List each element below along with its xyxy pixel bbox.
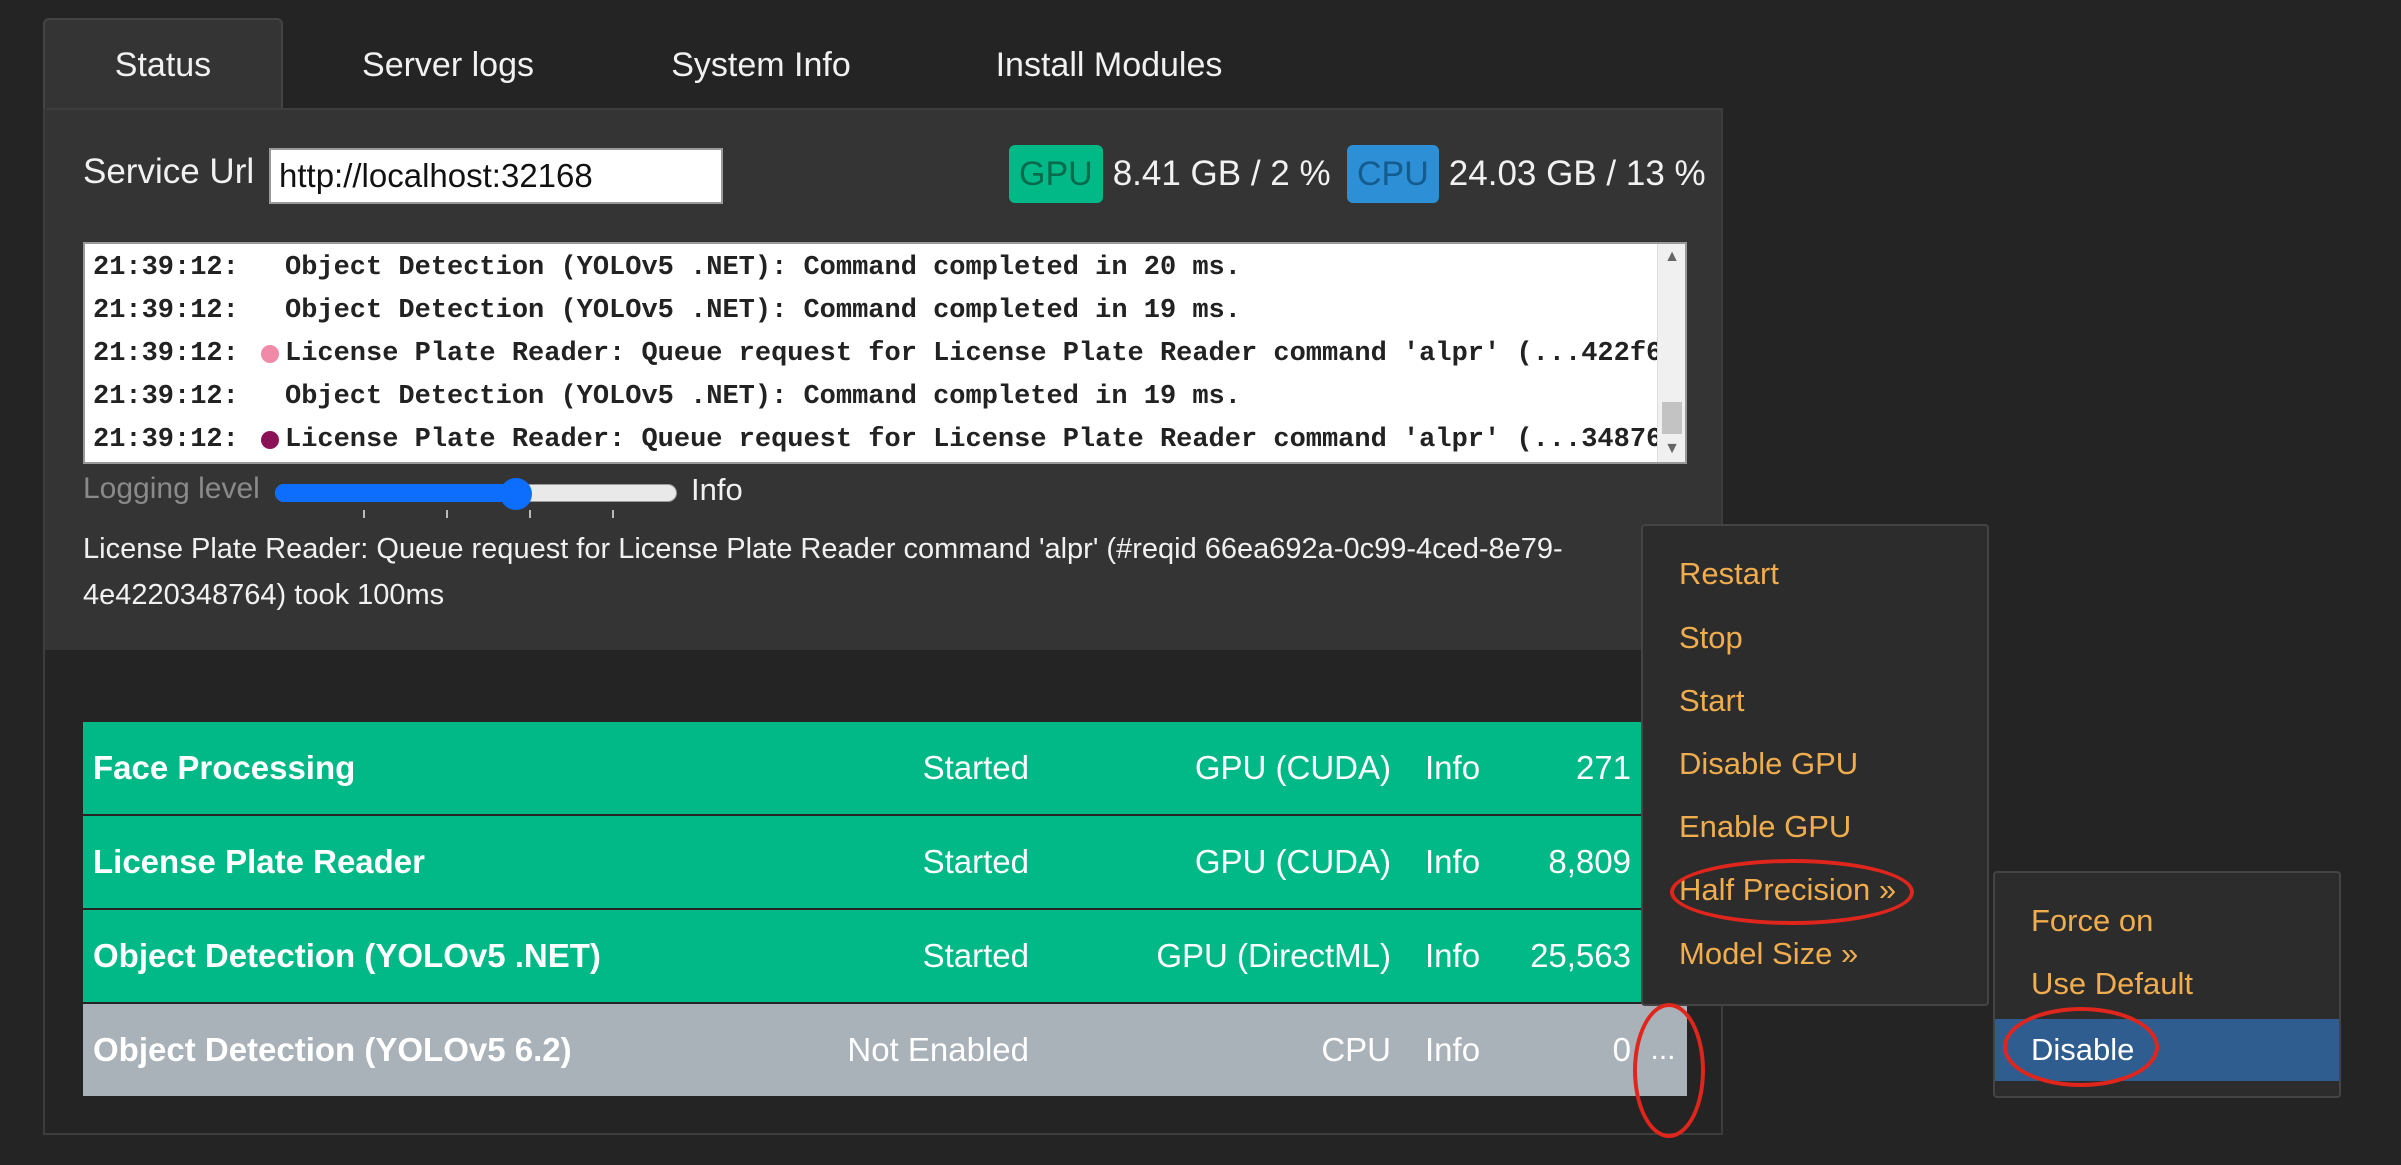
half-precision-submenu: Force on Use Default Disable [1993, 871, 2341, 1098]
service-url-label: Service Url [83, 152, 255, 191]
slider-tick [612, 510, 614, 518]
module-hardware: GPU (CUDA) [1194, 749, 1391, 786]
module-request-count: 271 [1575, 749, 1631, 786]
module-log-level[interactable]: Info [1425, 1031, 1480, 1069]
module-log-level[interactable]: Info [1425, 843, 1480, 881]
slider-fill [275, 484, 516, 502]
gpu-usage-value: 8.41 GB / 2 % [1112, 154, 1331, 193]
slider-tick [529, 510, 531, 518]
module-menu-button[interactable]: ... [1641, 1018, 1685, 1082]
scroll-thumb[interactable] [1662, 402, 1682, 434]
module-name: License Plate Reader [93, 843, 425, 880]
module-name: Face Processing [93, 749, 356, 786]
tab-bar: Status Server logs System Info Install M… [43, 18, 1309, 110]
tab-system-info[interactable]: System Info [613, 18, 909, 110]
module-status: Started [922, 937, 1029, 974]
module-status: Started [922, 749, 1029, 786]
module-request-count: 25,563 [1530, 937, 1631, 974]
tab-status[interactable]: Status [43, 18, 283, 110]
log-line: 21:39:12: License Plate Reader: Queue req… [93, 425, 1687, 455]
logging-level-slider[interactable] [275, 478, 677, 518]
slider-tick [446, 510, 448, 518]
module-log-level[interactable]: Info [1425, 937, 1480, 975]
submenu-item-disable[interactable]: Disable [1995, 1019, 2339, 1081]
log-marker [261, 302, 279, 320]
menu-item-restart[interactable]: Restart [1679, 556, 1779, 592]
log-marker [261, 388, 279, 406]
module-context-menu: Restart Stop Start Disable GPU Enable GP… [1641, 524, 1989, 1006]
log-marker [261, 431, 279, 449]
module-hardware: GPU (DirectML) [1156, 937, 1391, 974]
last-log-message: License Plate Reader: Queue request for … [83, 533, 1563, 611]
module-row[interactable]: Object Detection (YOLOv5 .NET) Started G… [83, 910, 1687, 1002]
log-output[interactable]: 21:39:12: Object Detection (YOLOv5 .NET):… [83, 242, 1687, 464]
module-request-count: 8,809 [1548, 843, 1631, 880]
log-line: 21:39:12: Object Detection (YOLOv5 .NET):… [93, 382, 1241, 412]
modules-list: Face Processing Started GPU (CUDA) Info … [83, 722, 1687, 1098]
menu-item-stop[interactable]: Stop [1679, 620, 1743, 656]
log-line: 21:39:12: Object Detection (YOLOv5 .NET):… [93, 296, 1241, 326]
module-row[interactable]: Object Detection (YOLOv5 6.2) Not Enable… [83, 1004, 1687, 1096]
cpu-usage: CPU 24.03 GB / 13 % [1347, 144, 1706, 204]
log-scrollbar[interactable]: ▲ ▼ [1657, 244, 1685, 462]
slider-thumb[interactable] [500, 478, 532, 510]
scroll-up-icon[interactable]: ▲ [1658, 244, 1685, 270]
menu-item-half-precision[interactable]: Half Precision » [1679, 872, 1896, 908]
module-name: Object Detection (YOLOv5 .NET) [93, 937, 601, 974]
module-hardware: CPU [1321, 1031, 1391, 1068]
menu-item-model-size[interactable]: Model Size » [1679, 936, 1858, 972]
cpu-badge: CPU [1347, 145, 1439, 203]
module-row[interactable]: License Plate Reader Started GPU (CUDA) … [83, 816, 1687, 908]
menu-item-disable-gpu[interactable]: Disable GPU [1679, 746, 1858, 782]
log-marker [261, 345, 279, 363]
module-hardware: GPU (CUDA) [1194, 843, 1391, 880]
log-marker [261, 259, 279, 277]
logging-level-label: Logging level [83, 472, 260, 505]
submenu-item-use-default[interactable]: Use Default [2031, 966, 2193, 1002]
logging-level-value: Info [691, 472, 743, 507]
log-line: 21:39:12: License Plate Reader: Queue req… [93, 339, 1687, 369]
module-status: Started [922, 843, 1029, 880]
slider-tick [363, 510, 365, 518]
gpu-usage: GPU 8.41 GB / 2 % [1009, 144, 1331, 204]
scroll-down-icon[interactable]: ▼ [1658, 436, 1685, 462]
status-panel: Service Url GPU 8.41 GB / 2 % CPU 24.03 … [43, 108, 1723, 1135]
menu-item-enable-gpu[interactable]: Enable GPU [1679, 809, 1851, 845]
tab-install-modules[interactable]: Install Modules [909, 18, 1309, 110]
cpu-usage-value: 24.03 GB / 13 % [1448, 154, 1706, 193]
module-status: Not Enabled [847, 1031, 1029, 1068]
module-log-level[interactable]: Info [1425, 749, 1480, 787]
module-request-count: 0 [1612, 1031, 1631, 1068]
server-status-section: Service Url GPU 8.41 GB / 2 % CPU 24.03 … [45, 110, 1721, 650]
submenu-item-force-on[interactable]: Force on [2031, 903, 2153, 939]
module-row[interactable]: Face Processing Started GPU (CUDA) Info … [83, 722, 1687, 814]
service-url-input[interactable] [269, 148, 723, 204]
module-name: Object Detection (YOLOv5 6.2) [93, 1031, 572, 1068]
menu-item-start[interactable]: Start [1679, 683, 1744, 719]
log-line: 21:39:12: Object Detection (YOLOv5 .NET):… [93, 253, 1241, 283]
tab-server-logs[interactable]: Server logs [283, 18, 613, 110]
gpu-badge: GPU [1009, 145, 1103, 203]
